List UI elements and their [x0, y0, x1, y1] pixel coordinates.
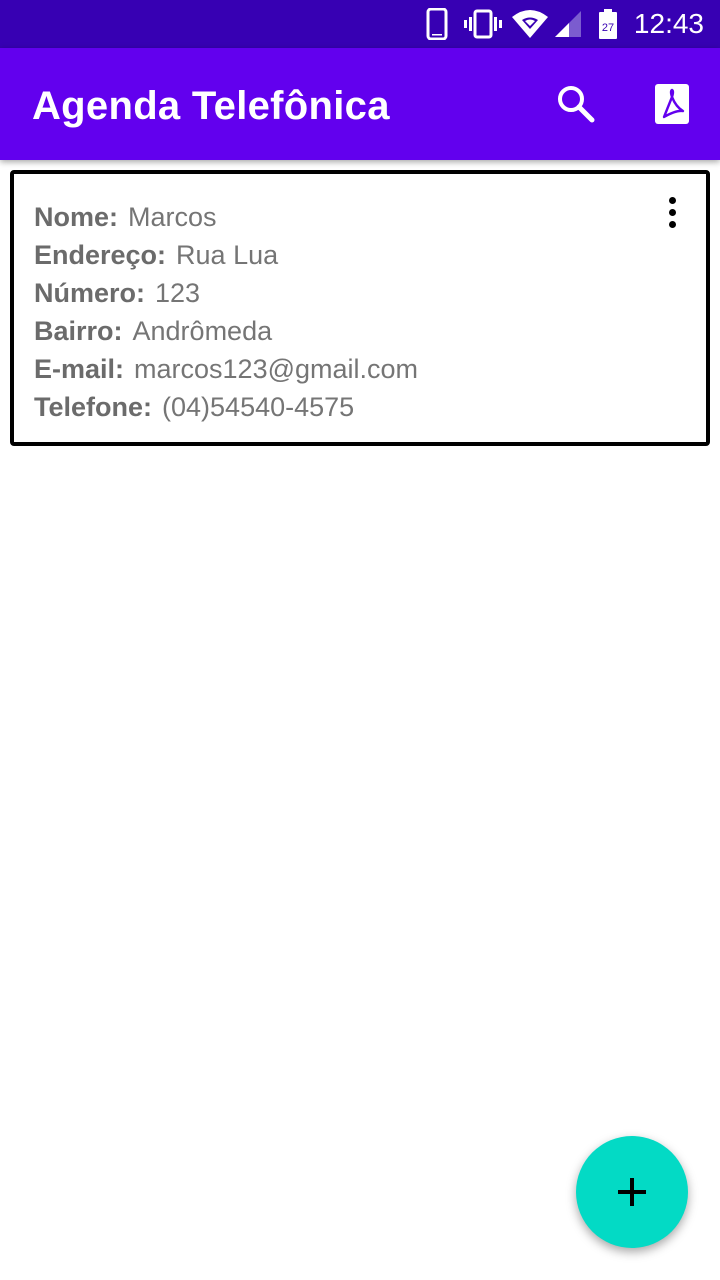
field-value: Marcos — [128, 202, 217, 232]
pdf-icon — [655, 84, 689, 124]
signal-icon — [552, 0, 584, 48]
phone-icon — [424, 0, 450, 48]
search-button[interactable] — [548, 76, 604, 132]
plus-icon — [618, 1178, 646, 1206]
app-bar: Agenda Telefônica — [0, 48, 720, 160]
app-title: Agenda Telefônica — [32, 84, 390, 128]
wifi-icon — [510, 0, 550, 48]
clock: 12:43 — [633, 8, 704, 39]
contact-name-row: Nome: Marcos — [34, 198, 418, 236]
contact-neighborhood-row: Bairro: Andrômeda — [34, 312, 418, 350]
contact-number-row: Número: 123 — [34, 274, 418, 312]
field-value: marcos123@gmail.com — [134, 354, 419, 384]
battery-icon: 27 — [596, 0, 620, 48]
field-label: Nome: — [34, 202, 119, 232]
contact-phone-row: Telefone: (04)54540-4575 — [34, 388, 418, 426]
add-contact-button[interactable] — [576, 1136, 688, 1248]
vibrate-icon — [462, 0, 504, 48]
contact-card[interactable]: Nome: Marcos Endereço: Rua Lua Número: 123 … — [10, 170, 710, 446]
field-value: Rua Lua — [176, 240, 279, 270]
field-label: Telefone: — [34, 392, 153, 422]
field-label: Endereço: — [34, 240, 167, 270]
field-value: 123 — [155, 278, 201, 308]
field-value: (04)54540-4575 — [162, 392, 355, 422]
contact-email-row: E-mail: marcos123@gmail.com — [34, 350, 418, 388]
contact-details: Nome: Marcos Endereço: Rua Lua Número: 123 … — [34, 198, 418, 426]
field-label: Bairro: — [34, 316, 123, 346]
field-value: Andrômeda — [132, 316, 273, 346]
status-bar: 27 12:43 — [0, 0, 720, 48]
pdf-export-button[interactable] — [644, 76, 700, 132]
contact-address-row: Endereço: Rua Lua — [34, 236, 418, 274]
search-icon — [558, 86, 595, 123]
field-label: Número: — [34, 278, 146, 308]
svg-text:27: 27 — [602, 22, 614, 34]
more-vert-icon[interactable] — [652, 188, 692, 236]
field-label: E-mail: — [34, 354, 125, 384]
